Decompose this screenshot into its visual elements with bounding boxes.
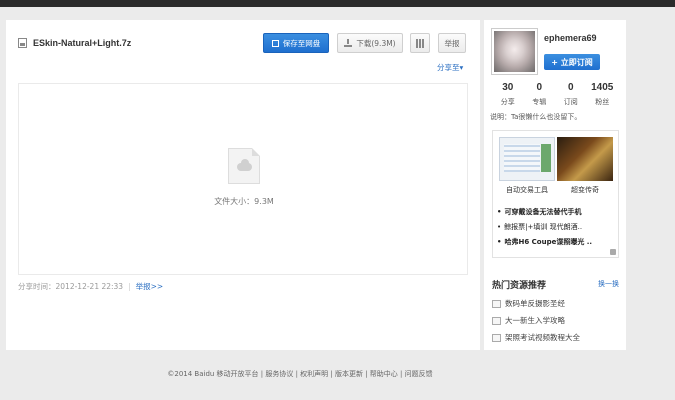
file-preview-area: 文件大小：9.3M: [18, 83, 468, 275]
content-card: ESkin-Natural+Light.7z 保存至网盘 下载(9.3M) 举报…: [6, 20, 626, 350]
save-icon: [271, 39, 279, 47]
share-to-dropdown[interactable]: 分享至▾: [437, 62, 463, 73]
stat-albums[interactable]: 0 专辑: [524, 82, 556, 107]
stat-number: 1405: [591, 82, 614, 93]
username[interactable]: ephemera69: [544, 33, 597, 43]
stat-label: 分享: [500, 98, 515, 106]
hot-resources-list: 数码单反摄影圣经 大一新生入学攻略 架照考试视频教程大全: [492, 295, 580, 346]
file-name: ESkin-Natural+Light.7z: [33, 38, 132, 48]
share-to-label: 分享至: [437, 63, 460, 72]
footer-links[interactable]: ©2014 Baidu 移动开放平台 | 服务协议 | 权利声明 | 版本更新 …: [0, 369, 600, 379]
stat-subscriptions[interactable]: 0 订阅: [555, 82, 587, 107]
chevron-down-icon: ▾: [459, 63, 464, 72]
ad-caption[interactable]: 超变传奇: [557, 185, 613, 195]
stat-shares[interactable]: 30 分享: [492, 82, 524, 107]
stat-label: 订阅: [563, 98, 578, 106]
stat-label: 专辑: [532, 98, 547, 106]
share-time: 分享时间：2012-12-21 22:33: [18, 282, 124, 291]
subscribe-button[interactable]: + 立即订阅: [544, 54, 600, 70]
stat-number: 0: [567, 82, 574, 93]
book-icon: [492, 316, 501, 325]
save-to-netdisk-button[interactable]: 保存至网盘: [263, 33, 329, 53]
file-panel: ESkin-Natural+Light.7z 保存至网盘 下载(9.3M) 举报…: [6, 20, 480, 350]
stat-label: 粉丝: [595, 98, 610, 106]
list-item[interactable]: 大一新生入学攻略: [492, 312, 580, 329]
ad-badge-icon: [610, 249, 616, 255]
report-label: 举报: [444, 38, 460, 48]
top-bar: [0, 0, 675, 7]
ad-image-game[interactable]: [557, 137, 613, 181]
save-label: 保存至网盘: [282, 38, 321, 48]
cloud-file-icon: [228, 148, 260, 184]
file-size-text: 文件大小：9.3M: [214, 197, 274, 206]
ad-image-trading-tool[interactable]: [499, 137, 555, 181]
report-button[interactable]: 举报: [438, 33, 466, 53]
ad-list: 可穿戴设备无法替代手机 鲸报票|+填训 现代朗酒.. 哈弗H6 Coupe谍照曝…: [497, 205, 615, 250]
share-info-row: 分享时间：2012-12-21 22:33 | 举报>>: [18, 282, 164, 291]
user-bio: 说明：Ta很懒什么也没留下。: [490, 113, 582, 121]
file-type-icon: [18, 38, 27, 48]
user-stats: 30 分享 0 专辑 0 订阅 1405 粉丝: [492, 82, 618, 107]
download-icon: [344, 39, 353, 47]
ad-list-item[interactable]: 鲸报票|+填训 现代朗酒..: [497, 220, 615, 235]
sidebar: ephemera69 + 立即订阅 30 分享 0 专辑 0 订阅 1405 粉…: [484, 20, 626, 350]
hot-item-label: 数码单反摄影圣经: [505, 299, 565, 308]
download-label: 下载(9.3M): [356, 38, 396, 48]
stat-number: 0: [536, 82, 543, 93]
list-item[interactable]: 架照考试视频教程大全: [492, 329, 580, 346]
qrcode-button[interactable]: [410, 33, 430, 53]
list-item[interactable]: 数码单反摄影圣经: [492, 295, 580, 312]
ad-box: 自动交易工具 超变传奇 可穿戴设备无法替代手机 鲸报票|+填训 现代朗酒.. 哈…: [492, 130, 619, 258]
book-icon: [492, 333, 501, 342]
hot-resources-title: 热门资源推荐: [492, 281, 547, 291]
stat-fans[interactable]: 1405 粉丝: [587, 82, 619, 107]
stat-number: 30: [502, 82, 514, 93]
qrcode-icon: [415, 38, 425, 48]
ad-list-item[interactable]: 可穿戴设备无法替代手机: [497, 205, 615, 220]
hot-item-label: 大一新生入学攻略: [505, 316, 565, 325]
refresh-link[interactable]: 换一换: [598, 279, 619, 289]
report-link[interactable]: 举报>>: [136, 282, 164, 291]
ad-list-item[interactable]: 哈弗H6 Coupe谍照曝光 ..: [497, 235, 615, 250]
avatar[interactable]: [491, 28, 538, 75]
download-button[interactable]: 下载(9.3M): [337, 33, 403, 53]
hot-item-label: 架照考试视频教程大全: [505, 333, 580, 342]
file-header: ESkin-Natural+Light.7z: [18, 38, 131, 48]
ad-caption[interactable]: 自动交易工具: [499, 185, 555, 195]
book-icon: [492, 299, 501, 308]
